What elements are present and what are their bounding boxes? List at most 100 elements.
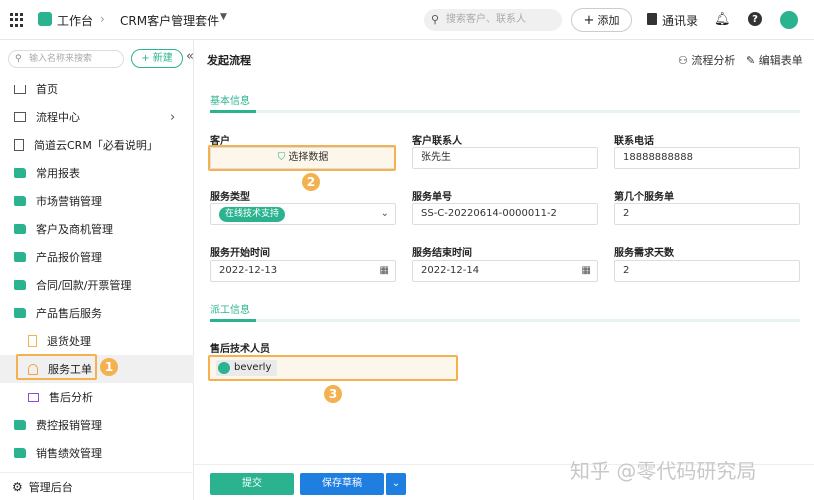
folder-icon [14, 308, 26, 318]
folder-icon [14, 224, 26, 234]
edit-form-button[interactable]: ✎ 编辑表单 [746, 52, 803, 68]
step-badge-3: 3 [324, 385, 342, 403]
section-divider [210, 319, 800, 322]
contacts-icon [647, 13, 657, 25]
user-avatar-icon [218, 362, 230, 374]
order-no-field[interactable]: SS-C-20220614-0000011-2 [412, 203, 598, 225]
sidebar-item-label: 客户及商机管理 [36, 223, 113, 236]
sidebar-item-label: 售后分析 [49, 391, 93, 404]
main-panel: 发起流程 ⚇ 流程分析 ✎ 编辑表单 基本信息 客户 ⛉ 选择数据 2 客户联系… [194, 40, 814, 500]
calendar-icon: ▦ [379, 265, 389, 276]
help-icon[interactable]: ? [748, 12, 762, 26]
page-title: 发起流程 [207, 54, 251, 67]
home-icon [14, 84, 26, 94]
sidebar-item-customers[interactable]: 客户及商机管理 [0, 215, 194, 243]
flow-icon [14, 112, 26, 122]
sidebar-item-label: 费控报销管理 [36, 419, 102, 432]
start-time-value: 2022-12-13 [219, 265, 278, 276]
sidebar-search-input[interactable]: ⚲ 输入名称来搜索 [8, 50, 124, 68]
service-type-label: 服务类型 [210, 192, 250, 203]
nth-order-field[interactable]: 2 [614, 203, 800, 225]
folder-icon [14, 196, 26, 206]
highlight-box-1 [16, 354, 97, 380]
new-button[interactable]: + 新建 [131, 49, 183, 68]
sidebar-item-marketing[interactable]: 市场营销管理 [0, 187, 194, 215]
chevron-right-icon: › [170, 109, 176, 125]
sidebar-item-label: 简道云CRM「必看说明」 [34, 139, 158, 152]
end-time-label: 服务结束时间 [412, 248, 472, 259]
sidebar-item-label: 合同/回款/开票管理 [36, 279, 132, 292]
start-time-field[interactable]: 2022-12-13 ▦ [210, 260, 396, 282]
calendar-icon: ▦ [581, 265, 591, 276]
workspace-link[interactable]: 工作台 [57, 12, 93, 29]
sidebar-item-home[interactable]: 首页 [0, 75, 194, 103]
folder-icon [14, 420, 26, 430]
sidebar-item-analysis[interactable]: 售后分析 [0, 383, 194, 411]
nth-order-label: 第几个服务单 [614, 192, 674, 203]
start-time-label: 服务开始时间 [210, 248, 270, 259]
days-label: 服务需求天数 [614, 248, 674, 259]
admin-label: 管理后台 [28, 480, 73, 494]
highlight-box-2 [208, 145, 396, 171]
end-time-field[interactable]: 2022-12-14 ▦ [412, 260, 598, 282]
document-icon [14, 139, 24, 151]
sidebar-item-expenses[interactable]: 费控报销管理 [0, 411, 194, 439]
phone-field[interactable]: 18888888888 [614, 147, 800, 169]
section-basic-title: 基本信息 [210, 96, 250, 107]
plus-icon: + [141, 53, 153, 64]
plus-icon: + [583, 12, 595, 28]
tech-field[interactable]: beverly [208, 355, 458, 381]
sidebar-item-label: 产品报价管理 [36, 251, 102, 264]
sidebar-item-quotes[interactable]: 产品报价管理 [0, 243, 194, 271]
monitor-icon [28, 392, 39, 402]
tech-chip[interactable]: beverly [216, 360, 278, 376]
add-label: 添加 [597, 14, 620, 27]
sidebar-item-crm-guide[interactable]: 简道云CRM「必看说明」 [0, 131, 194, 159]
flow-analysis-button[interactable]: ⚇ 流程分析 [678, 52, 735, 68]
search-icon: ⚲ [15, 54, 22, 64]
avatar[interactable] [780, 11, 798, 29]
sidebar-item-performance[interactable]: 销售绩效管理 [0, 439, 194, 467]
search-placeholder: 搜索客户、联系人 [446, 14, 526, 25]
folder-icon [14, 252, 26, 262]
save-draft-button[interactable]: 保存草稿 [300, 473, 384, 495]
sidebar-item-returns[interactable]: 退货处理 [0, 327, 194, 355]
end-time-value: 2022-12-14 [421, 265, 480, 276]
edit-form-label: 编辑表单 [758, 54, 803, 67]
caret-down-icon[interactable]: ▼ [220, 12, 227, 22]
folder-icon [14, 168, 26, 178]
sidebar-item-flow-center[interactable]: 流程中心 › [0, 103, 194, 131]
apps-grid-icon[interactable] [10, 13, 24, 27]
edit-icon: ✎ [746, 54, 759, 67]
days-field[interactable]: 2 [614, 260, 800, 282]
global-search-input[interactable]: ⚲ 搜索客户、联系人 [424, 9, 562, 31]
sidebar-item-label: 流程中心 [36, 111, 80, 124]
bell-icon[interactable]: 🔔︎ [714, 12, 731, 27]
sidebar-item-contracts[interactable]: 合同/回款/开票管理 [0, 271, 194, 299]
sidebar-item-reports[interactable]: 常用报表 [0, 159, 194, 187]
sidebar-item-after-sales[interactable]: 产品售后服务 [0, 299, 194, 327]
submit-button[interactable]: 提交 [210, 473, 294, 495]
collapse-sidebar-icon[interactable]: « [186, 49, 194, 64]
sidebar-item-label: 常用报表 [36, 167, 80, 180]
tech-name: beverly [234, 362, 272, 373]
search-icon: ⚲ [431, 13, 440, 26]
service-type-select[interactable]: 在线技术支持 ⌄ [210, 203, 396, 225]
app-title[interactable]: CRM客户管理套件 [120, 12, 219, 29]
add-button[interactable]: + 添加 [571, 8, 632, 32]
chevron-right-icon: › [100, 12, 105, 26]
sidebar-item-label: 退货处理 [47, 335, 91, 348]
contact-field[interactable]: 张先生 [412, 147, 598, 169]
sidebar-search-placeholder: 输入名称来搜索 [29, 54, 93, 64]
admin-link[interactable]: ⚙ 管理后台 [0, 472, 194, 500]
chevron-down-icon[interactable]: ⌄ [385, 473, 406, 495]
workspace-logo-icon [38, 12, 52, 26]
section-dispatch-title: 派工信息 [210, 305, 250, 316]
phone-label: 联系电话 [614, 136, 654, 147]
folder-icon [14, 280, 26, 290]
sidebar-item-label: 市场营销管理 [36, 195, 102, 208]
gear-icon: ⚙ [12, 479, 23, 494]
top-bar: 工作台 › CRM客户管理套件 ▼ ⚲ 搜索客户、联系人 + 添加 通讯录 🔔︎… [0, 0, 814, 40]
contacts-link[interactable]: 通讯录 [662, 12, 698, 29]
contact-label: 客户联系人 [412, 136, 462, 147]
